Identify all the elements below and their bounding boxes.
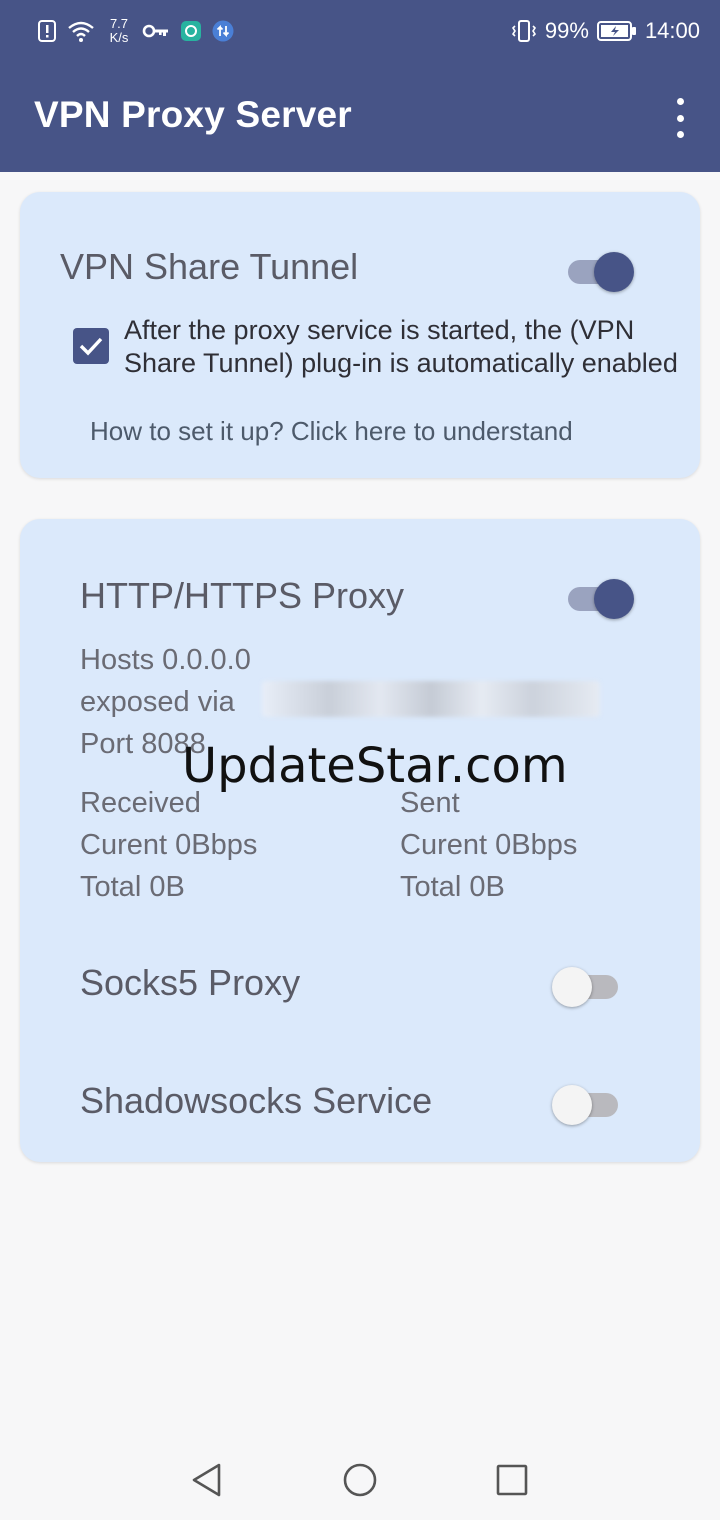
vpn-share-tunnel-title: VPN Share Tunnel [60,246,359,287]
received-stats: Received Curent 0Bbps Total 0B [80,782,257,908]
more-dot [676,98,684,105]
net-speed-unit: K/s [109,30,129,45]
vpn-share-tunnel-card: VPN Share Tunnel After the proxy service… [20,192,700,478]
shadowsocks-toggle[interactable] [552,1085,626,1125]
vpn-share-tunnel-toggle[interactable] [568,252,638,292]
home-icon[interactable] [338,1458,382,1502]
status-left: 7.7 K/s [38,12,234,50]
net-speed: 7.7 K/s [106,17,132,45]
net-speed-value: 7.7 [109,16,129,31]
socks5-proxy-title: Socks5 Proxy [80,962,301,1003]
auto-enable-checkbox[interactable] [73,328,109,364]
toggle-thumb [552,967,592,1007]
socks5-proxy-toggle[interactable] [552,967,626,1007]
sent-total: Total 0B [400,871,505,903]
shadowsocks-title: Shadowsocks Service [80,1080,433,1121]
vibrate-icon [511,19,537,43]
status-bar: 7.7 K/s 99% 14:00 [0,0,720,62]
app-bar: VPN Proxy Server [0,62,720,172]
toggle-thumb [594,252,634,292]
vpn-sync-icon [212,20,234,42]
key-icon [142,21,170,41]
auto-enable-label: After the proxy service is started, the … [124,315,678,378]
http-proxy-toggle[interactable] [568,579,638,619]
recents-icon[interactable] [490,1458,534,1502]
help-link[interactable]: How to set it up? Click here to understa… [90,416,573,447]
toggle-thumb [552,1085,592,1125]
wifi-icon [66,19,96,43]
exposed-text: exposed via [80,686,235,718]
sent-current: Curent 0Bbps [400,829,578,861]
back-icon[interactable] [184,1458,228,1502]
watermark: UpdateStar.com [182,738,568,794]
alert-icon [38,19,56,43]
clock: 14:00 [644,18,700,43]
app-icon [180,20,202,42]
received-current: Curent 0Bbps [80,829,258,861]
status-right: 99% 14:00 [511,12,700,50]
more-dot [676,131,684,138]
sent-stats: Sent Curent 0Bbps Total 0B [400,782,577,908]
battery-icon [596,20,637,42]
toggle-thumb [594,579,634,619]
more-vert-icon[interactable] [670,98,690,138]
battery-percent: 99% [544,18,589,43]
redacted-address [262,681,600,717]
hosts-text: Hosts 0.0.0.0 [80,644,251,676]
check-icon [79,337,103,356]
page-title: VPN Proxy Server [34,94,352,135]
http-proxy-title: HTTP/HTTPS Proxy [80,575,405,616]
received-total: Total 0B [80,871,185,903]
proxy-card: HTTP/HTTPS Proxy Hosts 0.0.0.0 exposed v… [20,519,700,1162]
more-dot [676,114,684,122]
nav-bar [0,1440,720,1520]
